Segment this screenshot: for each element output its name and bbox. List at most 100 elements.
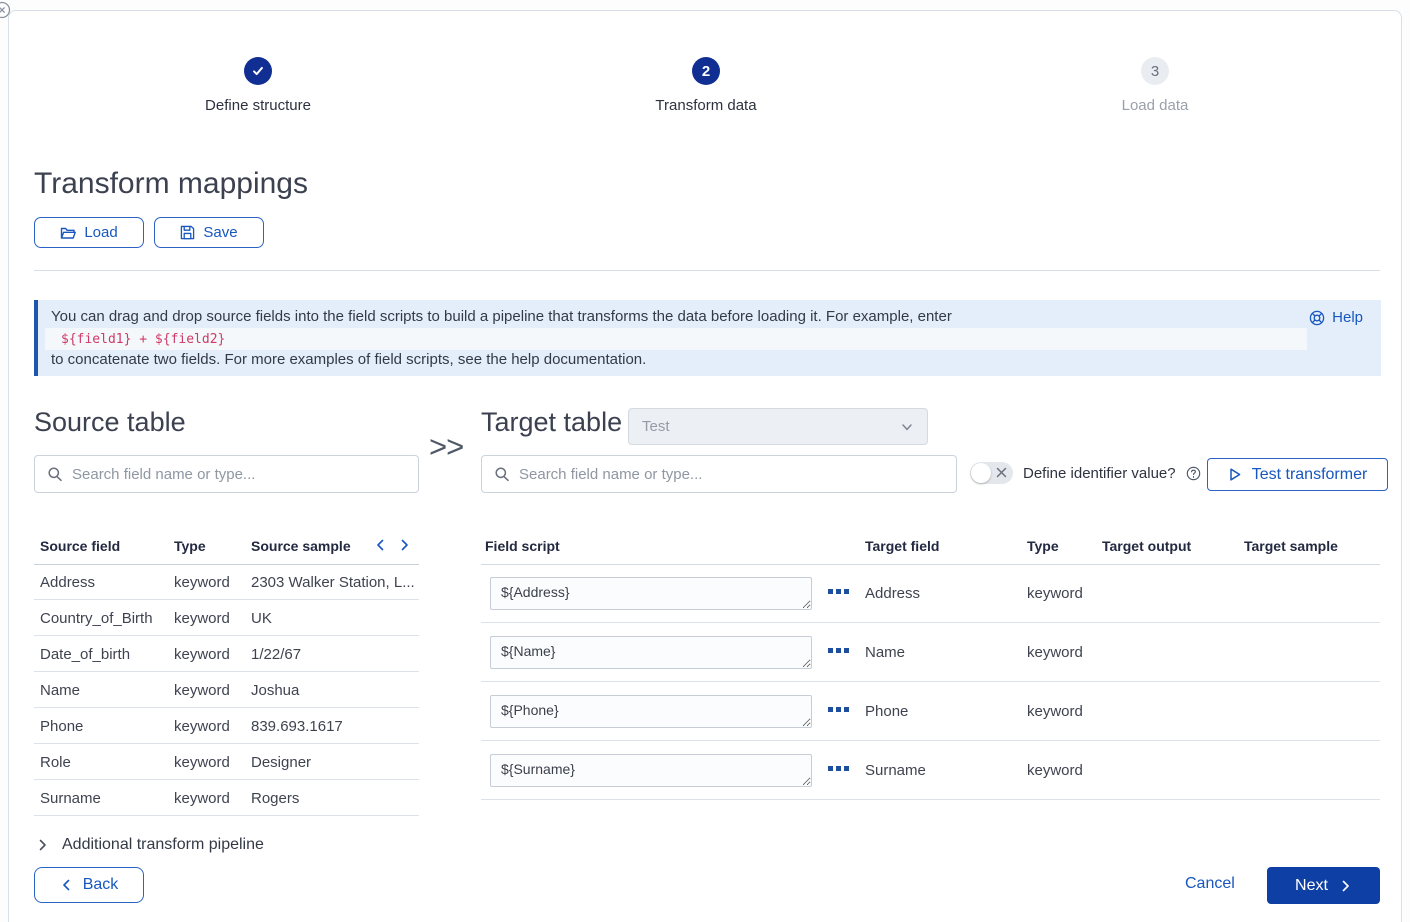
target-col-type: Type xyxy=(1027,538,1059,554)
next-button[interactable]: Next xyxy=(1267,867,1380,904)
load-button[interactable]: Load xyxy=(34,217,144,248)
source-field-type: keyword xyxy=(174,610,230,627)
step-3-indicator: 3 xyxy=(1141,57,1169,85)
chevron-left-icon xyxy=(60,878,73,892)
source-field-sample: Joshua xyxy=(251,682,299,699)
source-row-phone[interactable]: Phone keyword 839.693.1617 xyxy=(34,708,419,744)
source-field-name: Surname xyxy=(40,790,101,807)
source-field-type: keyword xyxy=(174,574,230,591)
search-icon xyxy=(47,466,63,482)
source-row-name[interactable]: Name keyword Joshua xyxy=(34,672,419,708)
banner-text-line2: to concatenate two fields. For more exam… xyxy=(51,351,646,368)
save-button[interactable]: Save xyxy=(154,217,264,248)
banner-code-strip: ${field1} + ${field2} xyxy=(45,328,1307,350)
target-table-select-value: Test xyxy=(642,418,900,435)
target-field-type: keyword xyxy=(1027,585,1083,602)
banner-code-example: ${field1} + ${field2} xyxy=(45,332,225,347)
source-row-date-of-birth[interactable]: Date_of_birth keyword 1/22/67 xyxy=(34,636,419,672)
next-sample-icon[interactable] xyxy=(398,538,411,552)
step-1-indicator xyxy=(244,57,272,85)
target-field-type: keyword xyxy=(1027,762,1083,779)
target-col-sample: Target sample xyxy=(1244,538,1338,554)
search-icon xyxy=(494,466,510,482)
field-script-input[interactable]: ${Surname} xyxy=(490,754,812,787)
target-field-type: keyword xyxy=(1027,644,1083,661)
target-row-address: ${Address} Address keyword xyxy=(481,564,1380,623)
load-button-label: Load xyxy=(84,224,117,241)
script-options-icon[interactable] xyxy=(828,589,849,594)
test-transformer-button[interactable]: Test transformer xyxy=(1207,458,1388,491)
target-field-name: Surname xyxy=(865,762,926,779)
source-field-sample: Designer xyxy=(251,754,311,771)
target-col-script: Field script xyxy=(485,538,560,554)
target-field-name: Address xyxy=(865,585,920,602)
source-table-title: Source table xyxy=(34,407,186,438)
help-link[interactable]: Help xyxy=(1309,309,1363,326)
source-search-box xyxy=(34,455,419,493)
check-icon xyxy=(251,64,265,78)
additional-pipeline-label: Additional transform pipeline xyxy=(62,836,264,854)
target-table-select[interactable]: Test xyxy=(628,408,928,445)
window-close-icon[interactable] xyxy=(0,1,11,19)
step-2-number: 2 xyxy=(702,63,710,80)
script-options-icon[interactable] xyxy=(828,766,849,771)
step-2-indicator: 2 xyxy=(692,57,720,85)
source-field-sample: UK xyxy=(251,610,272,627)
target-row-phone: ${Phone} Phone keyword xyxy=(481,682,1380,741)
source-field-name: Date_of_birth xyxy=(40,646,130,663)
script-options-icon[interactable] xyxy=(828,707,849,712)
source-field-type: keyword xyxy=(174,646,230,663)
transfer-arrows: >> xyxy=(429,429,463,465)
cancel-link[interactable]: Cancel xyxy=(1185,875,1235,893)
chevron-right-icon xyxy=(36,838,49,852)
next-button-label: Next xyxy=(1295,877,1328,895)
source-field-name: Address xyxy=(40,574,95,591)
help-lifering-icon xyxy=(1309,310,1325,326)
source-row-role[interactable]: Role keyword Designer xyxy=(34,744,419,780)
save-button-label: Save xyxy=(203,224,237,241)
source-field-type: keyword xyxy=(174,790,230,807)
source-field-sample: 839.693.1617 xyxy=(251,718,343,735)
identifier-toggle[interactable] xyxy=(970,462,1013,484)
field-script-input[interactable]: ${Name} xyxy=(490,636,812,669)
source-row-address[interactable]: Address keyword 2303 Walker Station, L..… xyxy=(34,564,419,600)
source-row-country-of-birth[interactable]: Country_of_Birth keyword UK xyxy=(34,600,419,636)
help-link-label: Help xyxy=(1332,309,1363,326)
target-field-name: Phone xyxy=(865,703,908,720)
chevron-down-icon xyxy=(900,420,914,434)
source-field-name: Role xyxy=(40,754,71,771)
target-search-input[interactable] xyxy=(519,466,956,483)
identifier-toggle-row: Define identifier value? xyxy=(970,460,1201,486)
source-col-type: Type xyxy=(174,538,206,554)
wizard-panel: 2 3 Define structure Transform data Load… xyxy=(8,10,1402,922)
target-row-name: ${Name} Name keyword xyxy=(481,623,1380,682)
source-field-sample: Rogers xyxy=(251,790,299,807)
field-script-input[interactable]: ${Phone} xyxy=(490,695,812,728)
additional-pipeline-toggle[interactable]: Additional transform pipeline xyxy=(36,836,264,854)
section-divider xyxy=(34,270,1380,271)
script-options-icon[interactable] xyxy=(828,648,849,653)
prev-sample-icon[interactable] xyxy=(374,538,387,552)
source-row-surname[interactable]: Surname keyword Rogers xyxy=(34,780,419,816)
toggle-knob xyxy=(971,463,991,483)
banner-text-line1: You can drag and drop source fields into… xyxy=(51,308,952,325)
target-table-title: Target table xyxy=(481,407,622,438)
page-title: Transform mappings xyxy=(34,167,308,201)
save-icon xyxy=(180,225,195,240)
back-button[interactable]: Back xyxy=(34,867,144,903)
step-1-label: Define structure xyxy=(138,97,378,114)
source-field-type: keyword xyxy=(174,754,230,771)
question-circle-icon[interactable] xyxy=(1186,466,1201,481)
target-row-surname: ${Surname} Surname keyword xyxy=(481,741,1380,800)
step-2-label: Transform data xyxy=(586,97,826,114)
target-col-output: Target output xyxy=(1102,538,1191,554)
toggle-x-icon xyxy=(996,467,1007,478)
source-field-sample: 1/22/67 xyxy=(251,646,301,663)
test-transformer-label: Test transformer xyxy=(1252,466,1368,484)
field-script-input[interactable]: ${Address} xyxy=(490,577,812,610)
source-search-input[interactable] xyxy=(72,466,418,483)
source-field-name: Country_of_Birth xyxy=(40,610,153,627)
step-3-label: Load data xyxy=(1035,97,1275,114)
target-field-type: keyword xyxy=(1027,703,1083,720)
source-field-sample: 2303 Walker Station, L... xyxy=(251,574,415,591)
